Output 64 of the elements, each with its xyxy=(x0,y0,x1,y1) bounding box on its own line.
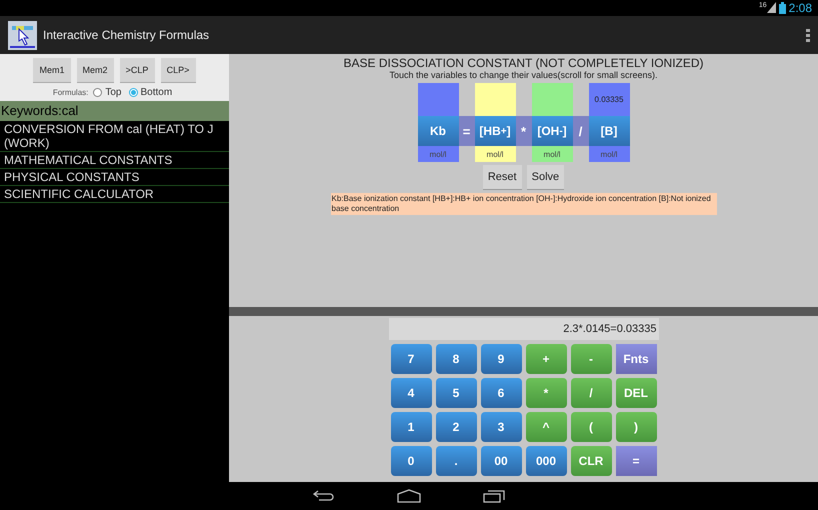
variable-button[interactable]: [B] xyxy=(588,116,630,146)
back-icon[interactable] xyxy=(313,490,335,502)
value-field[interactable]: 0.03335 xyxy=(588,83,630,116)
home-icon[interactable] xyxy=(397,489,421,503)
recent-apps-icon[interactable] xyxy=(483,490,505,502)
action-button[interactable]: Reset xyxy=(482,165,522,190)
calculator-key[interactable]: ^ xyxy=(526,412,566,442)
calculator-key[interactable]: 9 xyxy=(480,344,522,374)
calculator-key[interactable]: 7 xyxy=(390,344,432,374)
calculator-key[interactable]: 3 xyxy=(480,412,522,442)
variable-button[interactable]: Kb xyxy=(418,116,458,146)
calculator-key[interactable]: 4 xyxy=(390,378,432,408)
app-logo-icon xyxy=(8,20,37,50)
radio-button[interactable] xyxy=(128,88,138,97)
calculator-key[interactable]: 000 xyxy=(526,446,566,476)
calculator-key[interactable]: + xyxy=(526,344,566,374)
calculator-key[interactable]: 2 xyxy=(436,412,476,442)
unit-label[interactable]: mol/l xyxy=(532,146,572,162)
clock-time: 2:08 xyxy=(788,1,812,15)
calculator-key[interactable]: Fnts xyxy=(616,344,656,374)
formula-title: BASE DISSOCIATION CONSTANT (NOT COMPLETELY IONIZED) xyxy=(343,56,704,70)
radio-label[interactable]: Bottom xyxy=(140,87,172,98)
operator-sign: = xyxy=(458,116,474,146)
legend-text: Kb:Base ionization constant [HB+]:HB+ ion concentration [OH-]:Hydroxide ion concentration [B]:Not ionized base concentration xyxy=(330,193,716,215)
formula-list-item[interactable]: SCIENTIFIC CALCULATOR xyxy=(0,186,229,203)
unit-label[interactable]: mol/l xyxy=(474,146,516,162)
calculator-key[interactable]: 00 xyxy=(480,446,522,476)
formula-list-item[interactable]: MATHEMATICAL CONSTANTS xyxy=(0,152,229,169)
calculator-key[interactable]: ) xyxy=(616,412,656,442)
calculator-key[interactable]: 1 xyxy=(390,412,432,442)
operator-sign: * xyxy=(516,116,532,146)
unit-label[interactable]: mol/l xyxy=(588,146,630,162)
radio-label[interactable]: Top xyxy=(105,87,122,98)
keywords-header: Keywords:cal xyxy=(0,101,229,121)
calculator-key[interactable]: = xyxy=(616,446,656,476)
calculator-key[interactable]: 8 xyxy=(436,344,476,374)
instruction-text: Touch the variables to change their values(scroll for small screens). xyxy=(389,70,658,80)
operator-sign: / xyxy=(572,116,588,146)
value-field[interactable] xyxy=(532,83,572,116)
unit-label[interactable]: mol/l xyxy=(418,146,458,162)
calculator-key[interactable]: / xyxy=(570,378,612,408)
battery-icon xyxy=(778,2,786,14)
calculator-key[interactable]: ( xyxy=(570,412,612,442)
calculator-key[interactable]: . xyxy=(436,446,476,476)
formula-list-item[interactable]: PHYSICAL CONSTANTS xyxy=(0,169,229,186)
action-button[interactable]: Solve xyxy=(526,165,564,190)
overflow-menu-icon[interactable] xyxy=(806,28,810,42)
calculator-key[interactable]: * xyxy=(526,378,566,408)
calculator-key[interactable]: CLR xyxy=(570,446,612,476)
memory-button[interactable]: CLP> xyxy=(160,58,196,83)
value-field[interactable] xyxy=(474,83,516,116)
calculator-key[interactable]: - xyxy=(570,344,612,374)
calculator-key[interactable]: 6 xyxy=(480,378,522,408)
app-title: Interactive Chemistry Formulas xyxy=(43,28,210,42)
memory-button[interactable]: Mem2 xyxy=(76,58,114,83)
calculator-key[interactable]: 5 xyxy=(436,378,476,408)
radio-button[interactable] xyxy=(93,88,102,97)
calculator-display: 2.3*.0145=0.03335 xyxy=(388,318,658,340)
calculator-key[interactable]: DEL xyxy=(616,378,656,408)
memory-button[interactable]: Mem1 xyxy=(33,58,70,83)
calculator-key[interactable]: 0 xyxy=(390,446,432,476)
value-field[interactable] xyxy=(418,83,458,116)
memory-button[interactable]: >CLP xyxy=(120,58,155,83)
formulas-label: Formulas: xyxy=(52,88,88,97)
